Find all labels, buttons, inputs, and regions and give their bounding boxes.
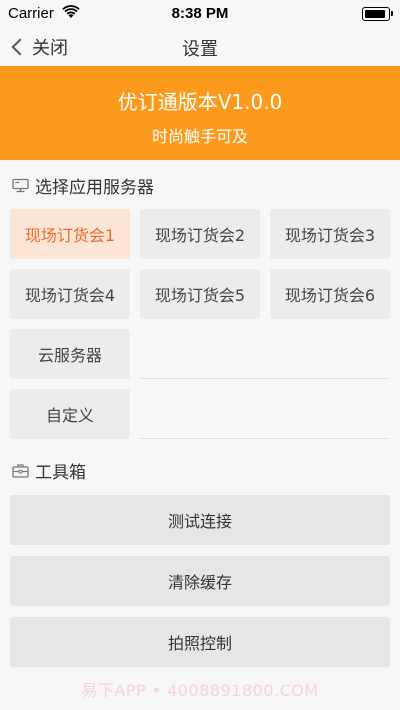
navigation-bar: 关闭 设置 — [0, 28, 400, 66]
server-option-2[interactable]: 现场订货会2 — [140, 209, 260, 259]
server-option-1[interactable]: 现场订货会1 — [10, 209, 130, 259]
battery-icon — [362, 7, 393, 21]
server-option-5[interactable]: 现场订货会5 — [140, 269, 260, 319]
cloud-server-option[interactable]: 云服务器 — [10, 329, 130, 379]
server-option-6[interactable]: 现场订货会6 — [270, 269, 390, 319]
server-option-3[interactable]: 现场订货会3 — [270, 209, 390, 259]
test-connection-button[interactable]: 测试连接 — [10, 495, 390, 545]
server-option-4[interactable]: 现场订货会4 — [10, 269, 130, 319]
toolbox-section-header: 工具箱 — [12, 459, 86, 483]
clear-cache-button[interactable]: 清除缓存 — [10, 556, 390, 606]
app-version-title: 优订通版本V1.0.0 — [117, 90, 283, 114]
app-slogan: 时尚触手可及 — [151, 127, 248, 146]
toolbox-icon — [12, 463, 29, 478]
close-label: 关闭 — [32, 38, 68, 59]
watermark: 易下APP • 4008891800.COM — [81, 681, 319, 700]
clock: 8:38 PM — [171, 5, 229, 22]
photo-control-button[interactable]: 拍照控制 — [10, 617, 390, 667]
custom-server-address-field[interactable] — [140, 438, 390, 439]
custom-server-option[interactable]: 自定义 — [10, 389, 130, 439]
server-section-header: 选择应用服务器 — [12, 174, 154, 198]
cloud-server-address-field[interactable] — [140, 378, 390, 379]
status-bar: Carrier 8:38 PM — [0, 0, 400, 28]
server-section-title: 选择应用服务器 — [35, 177, 154, 198]
server-icon — [12, 178, 29, 193]
toolbox-section-title: 工具箱 — [35, 462, 86, 483]
version-banner: 优订通版本V1.0.0 时尚触手可及 — [0, 66, 400, 160]
chevron-left-icon — [11, 38, 29, 56]
close-button[interactable]: 关闭 — [10, 34, 68, 60]
